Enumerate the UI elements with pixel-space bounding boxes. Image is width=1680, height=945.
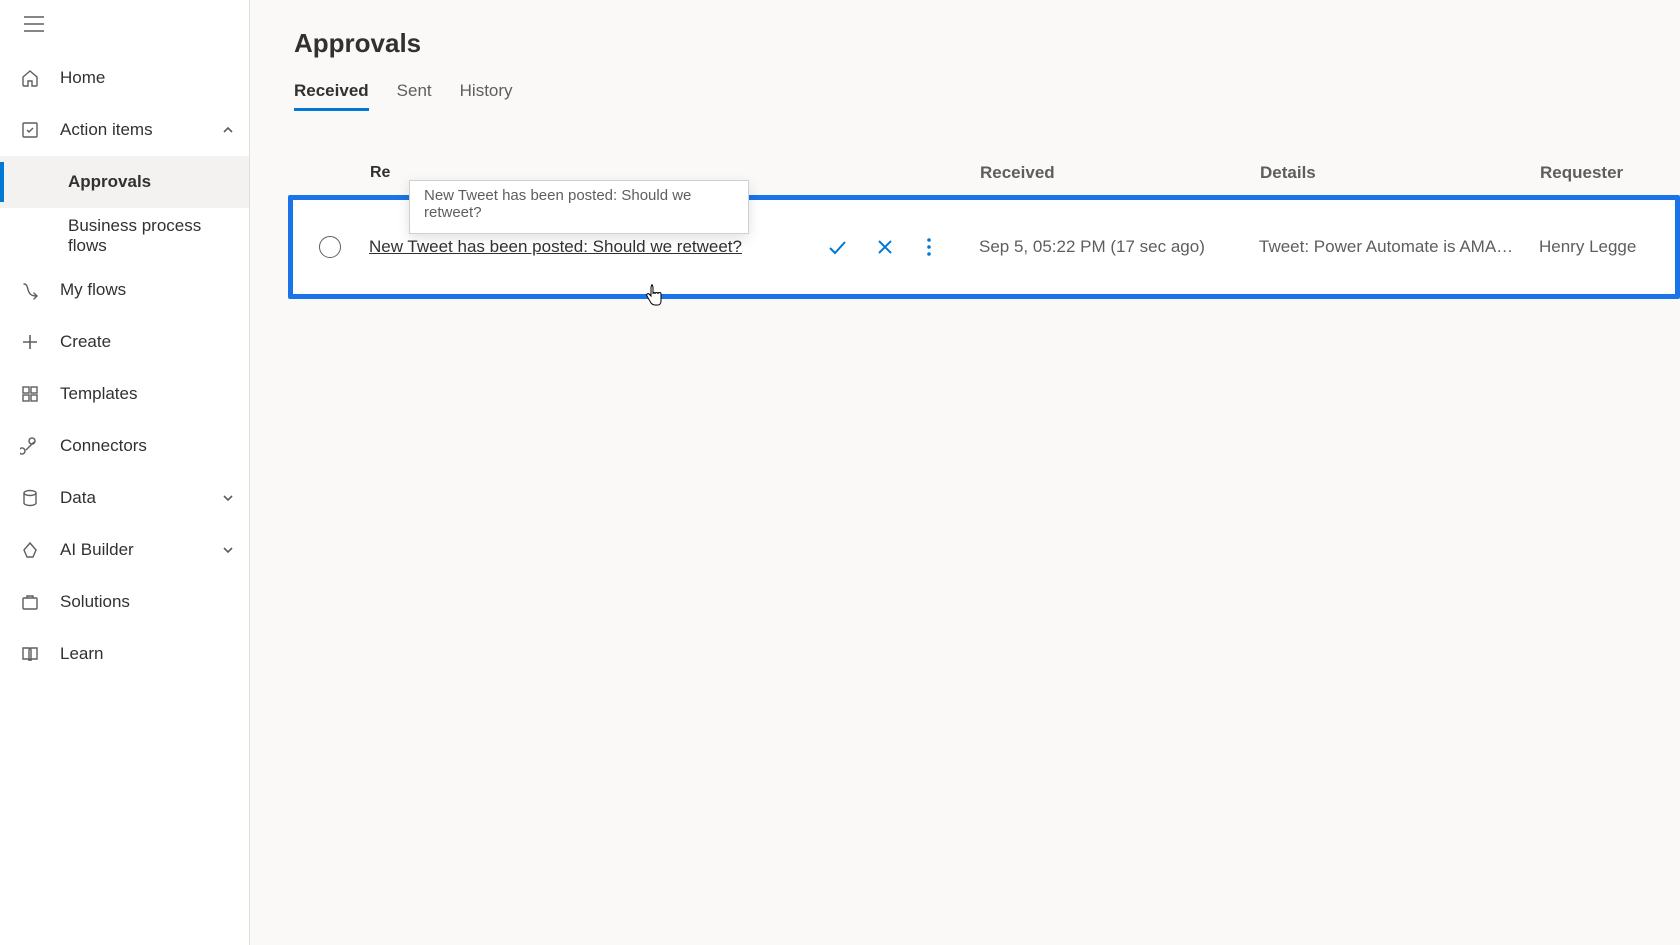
hamburger-icon	[24, 16, 44, 32]
table-row-highlight: New Tweet has been posted: Should we ret…	[288, 195, 1680, 299]
sidebar-item-templates[interactable]: Templates	[0, 368, 249, 420]
sidebar-item-label: Solutions	[60, 592, 235, 612]
sidebar-item-data[interactable]: Data	[0, 472, 249, 524]
row-received: Sep 5, 05:22 PM (17 sec ago)	[979, 237, 1259, 257]
sidebar-item-business-process-flows[interactable]: Business process flows	[0, 208, 249, 264]
sidebar-item-label: Action items	[60, 120, 221, 140]
tab-received[interactable]: Received	[294, 81, 369, 111]
check-icon	[826, 236, 848, 258]
column-header-details[interactable]: Details	[1260, 163, 1540, 183]
sidebar-item-connectors[interactable]: Connectors	[0, 420, 249, 472]
solutions-icon	[18, 590, 42, 614]
row-requester: Henry Legge	[1539, 237, 1655, 257]
sidebar-item-approvals[interactable]: Approvals	[0, 156, 249, 208]
row-details: Tweet: Power Automate is AMAZEBA…	[1259, 237, 1539, 257]
action-items-icon	[18, 118, 42, 142]
templates-icon	[18, 382, 42, 406]
approval-title-link[interactable]: New Tweet has been posted: Should we ret…	[369, 237, 742, 257]
home-icon	[18, 66, 42, 90]
sidebar-item-label: Business process flows	[68, 216, 235, 256]
row-select-checkbox[interactable]	[319, 236, 341, 258]
sidebar-item-create[interactable]: Create	[0, 316, 249, 368]
ai-builder-icon	[18, 538, 42, 562]
sidebar: Home Action items Approvals Business pro…	[0, 0, 250, 945]
tooltip: New Tweet has been posted: Should we ret…	[409, 180, 749, 234]
flow-icon	[18, 278, 42, 302]
sidebar-item-label: Learn	[60, 644, 235, 664]
connectors-icon	[18, 434, 42, 458]
chevron-up-icon	[221, 123, 235, 137]
data-icon	[18, 486, 42, 510]
tabs: Received Sent History	[294, 81, 1680, 111]
approvals-table: Re Received Details Requester New Tweet …	[294, 151, 1680, 299]
chevron-down-icon	[221, 491, 235, 505]
column-header-received[interactable]: Received	[980, 163, 1260, 183]
more-actions-button[interactable]	[919, 233, 939, 261]
sidebar-item-label: AI Builder	[60, 540, 221, 560]
approve-button[interactable]	[823, 233, 851, 261]
page-title: Approvals	[294, 28, 1680, 59]
sidebar-item-label: Home	[60, 68, 235, 88]
sidebar-item-learn[interactable]: Learn	[0, 628, 249, 680]
sidebar-item-label: Connectors	[60, 436, 235, 456]
sidebar-item-label: Data	[60, 488, 221, 508]
learn-icon	[18, 642, 42, 666]
tab-sent[interactable]: Sent	[397, 81, 432, 111]
more-vertical-icon	[926, 237, 932, 257]
tooltip-text: New Tweet has been posted: Should we ret…	[424, 187, 691, 221]
sidebar-item-home[interactable]: Home	[0, 52, 249, 104]
x-icon	[875, 237, 895, 257]
reject-button[interactable]	[871, 233, 899, 261]
plus-icon	[18, 330, 42, 354]
chevron-down-icon	[221, 543, 235, 557]
tab-history[interactable]: History	[460, 81, 513, 111]
sidebar-item-label: Approvals	[68, 172, 151, 192]
sidebar-item-label: My flows	[60, 280, 235, 300]
cursor-icon	[644, 283, 664, 309]
sidebar-item-label: Create	[60, 332, 235, 352]
column-header-requester[interactable]: Requester	[1540, 163, 1660, 183]
sidebar-item-solutions[interactable]: Solutions	[0, 576, 249, 628]
sidebar-item-my-flows[interactable]: My flows	[0, 264, 249, 316]
sidebar-item-action-items[interactable]: Action items	[0, 104, 249, 156]
sidebar-item-label: Templates	[60, 384, 235, 404]
main-content: Approvals Received Sent History Re Recei…	[250, 0, 1680, 945]
hamburger-button[interactable]	[18, 8, 50, 40]
sidebar-item-ai-builder[interactable]: AI Builder	[0, 524, 249, 576]
